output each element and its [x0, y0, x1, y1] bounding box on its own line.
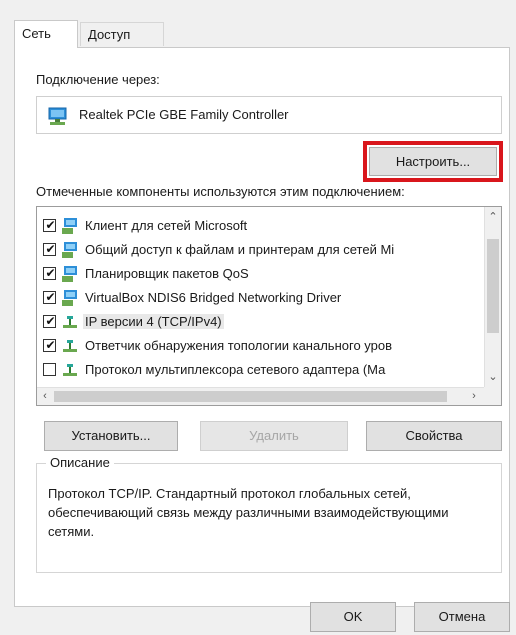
network-adapter-icon [47, 106, 69, 126]
highlight-box [363, 141, 503, 182]
remove-button[interactable]: Удалить [200, 421, 348, 451]
checkbox[interactable]: ✔ [43, 266, 56, 280]
vertical-scroll-thumb[interactable] [487, 239, 499, 333]
checkbox[interactable]: ✔ [43, 290, 56, 304]
network-client-icon [61, 289, 79, 307]
list-item[interactable]: ✔ IP версии 4 (TCP/IPv4) [37, 311, 467, 335]
list-item[interactable]: Протокол мультиплексора сетевого адаптер… [37, 359, 467, 383]
horizontal-scrollbar[interactable]: ‹ › [37, 387, 484, 405]
properties-button[interactable]: Свойства [366, 421, 502, 451]
checkbox[interactable] [43, 363, 56, 376]
network-client-icon [61, 265, 79, 283]
checkmark-icon: ✔ [45, 338, 56, 352]
network-client-icon [61, 241, 79, 259]
tab-network[interactable]: Сеть [14, 20, 78, 48]
connect-via-label: Подключение через: [36, 72, 160, 87]
scroll-up-icon[interactable]: ⌃ [485, 209, 501, 225]
list-item[interactable]: ✔ Планировщик пакетов QoS [37, 263, 467, 287]
protocol-icon [61, 313, 79, 331]
list-item-label: IP версии 4 (TCP/IPv4) [83, 314, 224, 329]
list-item-label: Планировщик пакетов QoS [85, 266, 249, 281]
components-label: Отмеченные компоненты используются этим … [36, 184, 405, 199]
protocol-icon [61, 361, 79, 379]
checkbox[interactable]: ✔ [43, 314, 56, 328]
adapter-field: Realtek PCIe GBE Family Controller [36, 96, 502, 134]
scroll-left-icon[interactable]: ‹ [37, 388, 53, 404]
checkmark-icon: ✔ [45, 266, 56, 280]
checkmark-icon: ✔ [45, 314, 56, 328]
checkbox[interactable]: ✔ [43, 338, 56, 352]
list-item-label: VirtualBox NDIS6 Bridged Networking Driv… [85, 290, 342, 305]
list-item-label: Ответчик обнаружения топологии канальног… [85, 338, 393, 353]
checkbox[interactable]: ✔ [43, 242, 56, 256]
list-item-label: Клиент для сетей Microsoft [85, 218, 248, 233]
ok-button[interactable]: OK [310, 602, 396, 632]
list-item[interactable]: ✔ Ответчик обнаружения топологии канальн… [37, 335, 467, 359]
description-text: Протокол TCP/IP. Стандартный протокол гл… [48, 486, 449, 539]
scroll-right-icon[interactable]: › [466, 388, 482, 404]
checkmark-icon: ✔ [45, 290, 56, 304]
list-item-label: Общий доступ к файлам и принтерам для се… [85, 242, 395, 257]
vertical-scrollbar[interactable]: ⌃ ⌄ [484, 207, 501, 388]
list-item-label: Протокол мультиплексора сетевого адаптер… [85, 362, 386, 377]
list-item[interactable]: ✔ Клиент для сетей Microsoft [37, 215, 467, 239]
scroll-down-icon[interactable]: ⌄ [485, 369, 501, 385]
checkmark-icon: ✔ [45, 218, 56, 232]
tab-sharing[interactable]: Доступ [80, 22, 164, 46]
checkbox[interactable]: ✔ [43, 218, 56, 232]
install-button[interactable]: Установить... [44, 421, 178, 451]
network-client-icon [61, 217, 79, 235]
list-item[interactable]: ✔ Общий доступ к файлам и принтерам для … [37, 239, 467, 263]
cancel-button[interactable]: Отмена [414, 602, 510, 632]
description-legend: Описание [46, 455, 114, 470]
checkmark-icon: ✔ [45, 242, 56, 256]
adapter-name: Realtek PCIe GBE Family Controller [79, 107, 289, 122]
scroll-corner [484, 387, 501, 405]
list-item[interactable]: ✔ VirtualBox NDIS6 Bridged Networking Dr… [37, 287, 467, 311]
horizontal-scroll-thumb[interactable] [54, 391, 447, 402]
components-list[interactable]: ✔ Клиент для сетей Microsoft ✔ Общий дос… [36, 206, 502, 406]
protocol-icon [61, 337, 79, 355]
